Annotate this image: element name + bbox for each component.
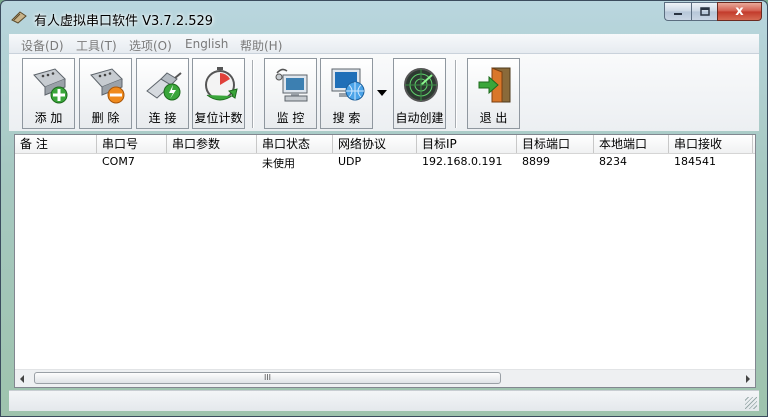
delete-button[interactable]: 删 除	[79, 58, 132, 129]
reset-count-label: 复位计数	[194, 111, 243, 125]
scroll-thumb[interactable]: III	[34, 372, 501, 384]
reset-count-button[interactable]: 复位计数	[192, 58, 245, 129]
toolbar-separator	[252, 60, 254, 128]
minimize-button[interactable]	[664, 2, 691, 21]
scroll-left-icon[interactable]	[20, 375, 24, 383]
search-button[interactable]: 搜 索	[320, 58, 373, 129]
main-window: 有人虚拟串口软件 V3.7.2.529 x 设备(D) 工具(T) 选项(O) …	[0, 0, 768, 417]
resize-grip-icon[interactable]	[745, 397, 757, 409]
column-header-remark[interactable]: 备 注	[15, 135, 97, 153]
column-header-port[interactable]: 串口号	[97, 135, 167, 153]
menu-options[interactable]: 选项(O)	[129, 37, 172, 54]
connect-cable-icon	[146, 72, 182, 101]
toolbar: 添 加 删 除 连 接 复位计数 监 控 搜 索 自动创建 退 出	[9, 54, 759, 131]
maximize-button[interactable]	[691, 2, 717, 21]
cell-local-port: 8234	[599, 155, 627, 168]
search-dropdown-arrow[interactable]	[377, 90, 387, 96]
cell-target-ip: 192.168.0.191	[422, 155, 503, 168]
column-header-target-port[interactable]: 目标端口	[517, 135, 594, 153]
horizontal-scrollbar[interactable]: III	[15, 369, 755, 387]
exit-button[interactable]: 退 出	[467, 58, 520, 129]
scroll-thumb-grip: III	[263, 373, 272, 382]
menu-tools[interactable]: 工具(T)	[76, 37, 117, 54]
menu-help[interactable]: 帮助(H)	[240, 37, 282, 54]
window-title: 有人虚拟串口软件 V3.7.2.529	[34, 14, 214, 29]
auto-create-label: 自动创建	[395, 111, 444, 125]
monitor-computer-icon	[275, 68, 308, 102]
search-label: 搜 索	[332, 111, 361, 125]
close-icon: x	[735, 4, 744, 19]
reset-clock-icon	[205, 67, 238, 101]
search-globe-icon	[331, 68, 365, 101]
minimize-icon	[674, 12, 682, 15]
cell-status: 未使用	[262, 157, 295, 170]
port-list-view[interactable]: 备 注 串口号 串口参数 串口状态 网络协议 目标IP 目标端口 本地端口 串口…	[14, 134, 756, 388]
column-header-received[interactable]: 串口接收	[669, 135, 753, 153]
title-bar[interactable]: 有人虚拟串口软件 V3.7.2.529 x	[1, 1, 767, 33]
monitor-label: 监 控	[276, 111, 305, 125]
add-button[interactable]: 添 加	[22, 58, 75, 129]
maximize-icon	[699, 7, 710, 16]
scroll-right-icon[interactable]	[746, 375, 750, 383]
cell-received: 184541	[674, 155, 716, 168]
radar-icon	[404, 68, 438, 102]
serial-port-add-icon	[33, 68, 68, 104]
list-header: 备 注 串口号 串口参数 串口状态 网络协议 目标IP 目标端口 本地端口 串口…	[15, 135, 755, 154]
column-header-local-port[interactable]: 本地端口	[594, 135, 669, 153]
serial-port-delete-icon	[90, 68, 125, 104]
column-header-protocol[interactable]: 网络协议	[333, 135, 417, 153]
auto-create-button[interactable]: 自动创建	[393, 58, 446, 129]
monitor-button[interactable]: 监 控	[264, 58, 317, 129]
menu-english[interactable]: English	[185, 37, 228, 51]
exit-door-icon	[478, 67, 511, 103]
toolbar-separator	[455, 60, 457, 128]
column-header-params[interactable]: 串口参数	[167, 135, 257, 153]
status-bar	[9, 390, 759, 411]
app-icon	[11, 11, 27, 24]
add-label: 添 加	[34, 111, 63, 125]
connect-label: 连 接	[148, 111, 177, 125]
menu-device[interactable]: 设备(D)	[21, 37, 64, 54]
menu-bar: 设备(D) 工具(T) 选项(O) English 帮助(H)	[9, 34, 759, 54]
cell-port: COM7	[102, 155, 135, 168]
delete-label: 删 除	[91, 111, 120, 125]
table-row[interactable]: COM7 未使用 UDP 192.168.0.191 8899 8234 184…	[15, 154, 755, 170]
exit-label: 退 出	[479, 111, 508, 125]
cell-target-port: 8899	[522, 155, 550, 168]
column-header-target-ip[interactable]: 目标IP	[417, 135, 517, 153]
column-header-status[interactable]: 串口状态	[257, 135, 333, 153]
connect-button[interactable]: 连 接	[136, 58, 189, 129]
cell-protocol: UDP	[338, 155, 362, 168]
close-button[interactable]: x	[717, 2, 762, 21]
